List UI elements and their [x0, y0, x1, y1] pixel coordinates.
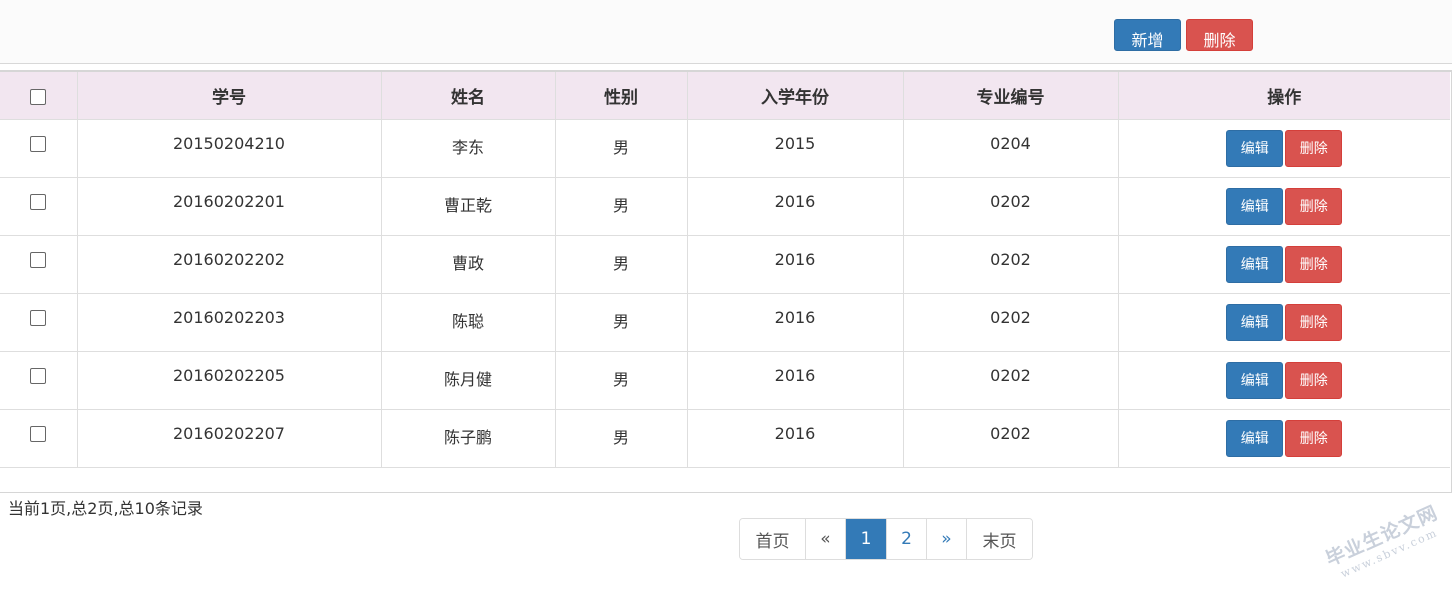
cell-student-id: 20160202201	[77, 177, 382, 236]
cell-major-code: 0202	[903, 293, 1119, 352]
row-delete-button[interactable]: 删除	[1285, 419, 1343, 457]
row-delete-button[interactable]: 删除	[1285, 129, 1343, 167]
row-delete-button[interactable]: 删除	[1285, 303, 1343, 341]
header-gender: 性别	[555, 72, 688, 120]
cell-name: 李东	[381, 119, 556, 178]
cell-gender: 男	[555, 177, 688, 236]
page-link-2[interactable]: 2	[887, 519, 927, 559]
edit-button[interactable]: 编辑	[1226, 303, 1284, 341]
row-select-cell	[0, 119, 78, 178]
edit-button[interactable]: 编辑	[1226, 361, 1284, 399]
cell-major-code: 0204	[903, 119, 1119, 178]
row-select-cell	[0, 409, 78, 468]
table-row: 20160202207 陈子鹏男 2016 0202 编辑 删除	[0, 409, 1450, 468]
cell-major-code: 0202	[903, 351, 1119, 410]
row-checkbox[interactable]	[30, 252, 47, 268]
row-select-cell	[0, 235, 78, 294]
cell-actions: 编辑 删除	[1118, 235, 1450, 294]
watermark: 毕业生论文网 www.sbvv.com	[1321, 498, 1452, 602]
cell-name: 陈聪	[381, 293, 556, 352]
cell-student-id: 20160202202	[77, 235, 382, 294]
cell-student-id: 20160202203	[77, 293, 382, 352]
table-row: 20160202205 陈月健男 2016 0202 编辑 删除	[0, 351, 1450, 410]
cell-gender: 男	[555, 351, 688, 410]
table-header-row: 学号 姓名 性别 入学年份 专业编号 操作	[0, 72, 1450, 120]
row-select-cell	[0, 293, 78, 352]
cell-gender: 男	[555, 409, 688, 468]
header-name: 姓名	[381, 72, 556, 120]
select-all-checkbox[interactable]	[30, 89, 47, 106]
cell-enroll-year: 2016	[687, 409, 904, 468]
cell-gender: 男	[555, 235, 688, 294]
row-delete-button[interactable]: 删除	[1285, 187, 1343, 225]
row-delete-button[interactable]: 删除	[1285, 361, 1343, 399]
cell-actions: 编辑 删除	[1118, 409, 1450, 468]
cell-student-id: 20150204210	[77, 119, 382, 178]
cell-name: 曹政	[381, 235, 556, 294]
table-row: 20150204210 李东男 2015 0204 编辑 删除	[0, 119, 1450, 178]
cell-major-code: 0202	[903, 235, 1119, 294]
cell-actions: 编辑 删除	[1118, 119, 1450, 178]
last-page-link[interactable]: 末页	[967, 519, 1032, 559]
prev-page-link[interactable]: «	[806, 519, 846, 559]
row-checkbox[interactable]	[30, 426, 47, 442]
first-page-link[interactable]: 首页	[740, 519, 806, 559]
cell-actions: 编辑 删除	[1118, 351, 1450, 410]
row-delete-button[interactable]: 删除	[1285, 245, 1343, 283]
row-checkbox[interactable]	[30, 310, 47, 326]
page-summary: 当前1页,总2页,总10条记录	[8, 499, 203, 518]
cell-name: 陈子鹏	[381, 409, 556, 468]
cell-student-id: 20160202205	[77, 351, 382, 410]
student-table: 学号 姓名 性别 入学年份 专业编号 操作 20150204210 李东男 2015…	[0, 72, 1450, 468]
cell-gender: 男	[555, 293, 688, 352]
edit-button[interactable]: 编辑	[1226, 129, 1284, 167]
table-row: 20160202203 陈聪男 2016 0202 编辑 删除	[0, 293, 1450, 352]
cell-name: 曹正乾	[381, 177, 556, 236]
header-enroll-year: 入学年份	[687, 72, 904, 120]
cell-gender: 男	[555, 119, 688, 178]
edit-button[interactable]: 编辑	[1226, 245, 1284, 283]
batch-delete-button[interactable]: 删除	[1186, 19, 1253, 51]
next-page-link[interactable]: »	[927, 519, 967, 559]
header-actions: 操作	[1118, 72, 1450, 120]
table-row: 20160202201 曹正乾男 2016 0202 编辑 删除	[0, 177, 1450, 236]
cell-actions: 编辑 删除	[1118, 177, 1450, 236]
row-select-cell	[0, 177, 78, 236]
header-major-code: 专业编号	[903, 72, 1119, 120]
cell-enroll-year: 2016	[687, 235, 904, 294]
cell-enroll-year: 2016	[687, 293, 904, 352]
cell-enroll-year: 2015	[687, 119, 904, 178]
toolbar: 新增 删除	[0, 0, 1452, 64]
page-link-1[interactable]: 1	[846, 519, 887, 559]
table-row: 20160202202 曹政男 2016 0202 编辑 删除	[0, 235, 1450, 294]
student-table-panel: 学号 姓名 性别 入学年份 专业编号 操作 20150204210 李东男 2015…	[0, 70, 1452, 493]
cell-actions: 编辑 删除	[1118, 293, 1450, 352]
pagination: 首页 « 1 2 » 末页	[739, 518, 1033, 560]
header-student-id: 学号	[77, 72, 382, 120]
cell-student-id: 20160202207	[77, 409, 382, 468]
edit-button[interactable]: 编辑	[1226, 419, 1284, 457]
cell-enroll-year: 2016	[687, 351, 904, 410]
add-button[interactable]: 新增	[1114, 19, 1181, 51]
row-checkbox[interactable]	[30, 136, 47, 152]
cell-major-code: 0202	[903, 177, 1119, 236]
row-checkbox[interactable]	[30, 194, 47, 210]
cell-name: 陈月健	[381, 351, 556, 410]
cell-enroll-year: 2016	[687, 177, 904, 236]
row-checkbox[interactable]	[30, 368, 47, 384]
cell-major-code: 0202	[903, 409, 1119, 468]
row-select-cell	[0, 351, 78, 410]
header-select-all	[0, 72, 78, 120]
edit-button[interactable]: 编辑	[1226, 187, 1284, 225]
